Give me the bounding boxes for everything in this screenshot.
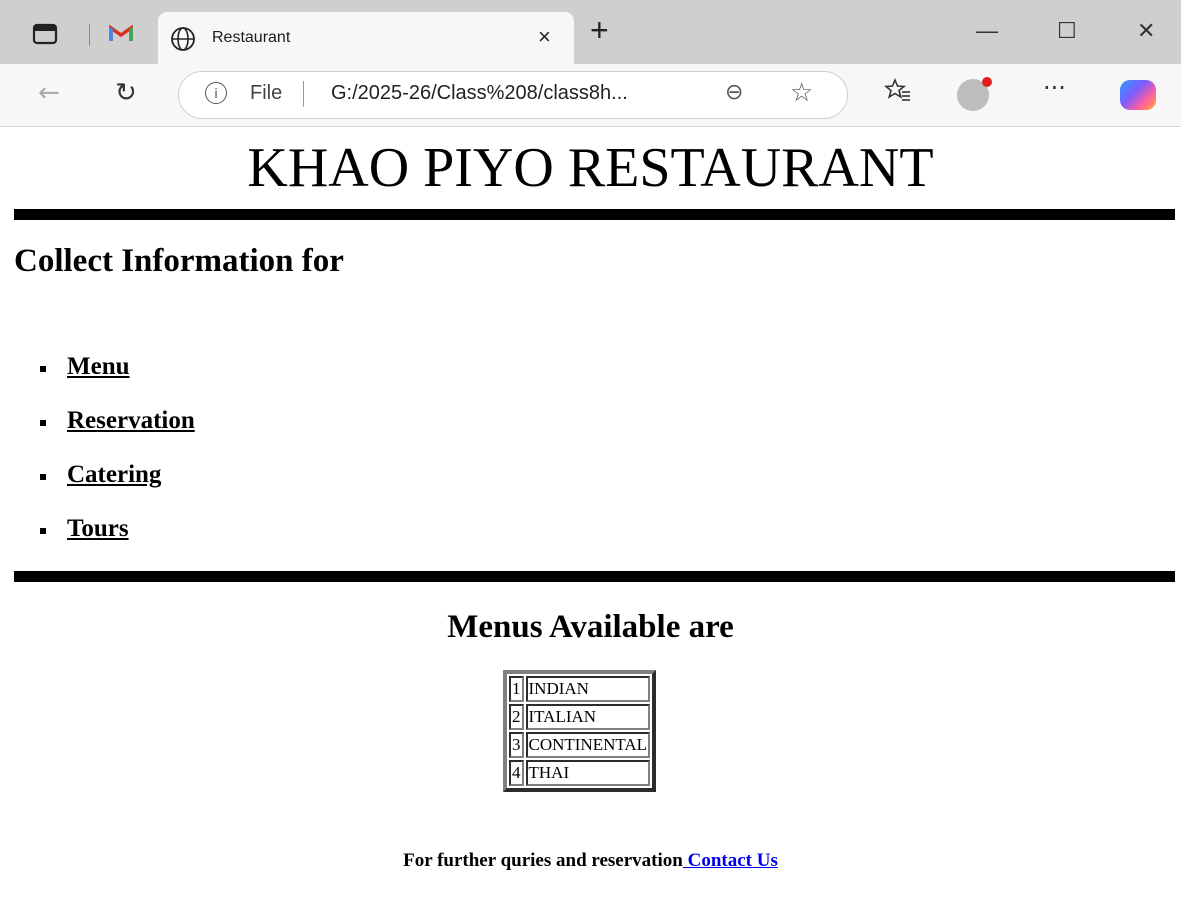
favorite-star-icon[interactable]: ☆ [790,78,813,108]
menu-name: ITALIAN [525,704,651,730]
menu-number: 3 [509,732,524,758]
menu-name: INDIAN [525,676,651,702]
link-catering[interactable]: Catering [67,461,161,489]
close-window-button[interactable]: ✕ [1137,18,1155,44]
menu-table: 1 INDIAN 2 ITALIAN 3 CONTINENTAL 4 THAI [503,670,657,792]
bullet [40,366,46,372]
refresh-icon[interactable]: ↻ [115,78,137,108]
minimize-button[interactable]: — [976,18,998,44]
back-icon[interactable]: ← [38,78,60,108]
link-reservation[interactable]: Reservation [67,407,195,435]
bullet [40,528,46,534]
menu-name: CONTINENTAL [525,732,651,758]
page-title: KHAO PIYO RESTAURANT [247,137,934,199]
notification-dot [982,77,992,87]
address-scheme-label: File [250,82,283,104]
copilot-icon[interactable] [1120,80,1156,110]
footer-text-block: For further quries and reservation Conta… [0,850,1181,872]
bullet [40,420,46,426]
page-content: KHAO PIYO RESTAURANT Collect Information… [0,127,1181,900]
table-row: 3 CONTINENTAL [509,732,651,758]
horizontal-rule-top [14,209,1175,220]
menu-number: 1 [509,676,524,702]
globe-icon [170,26,196,57]
tab-restaurant[interactable]: Restaurant × [158,12,574,64]
gmail-icon[interactable] [108,23,134,45]
address-bar[interactable]: i File G:/2025-26/Class%208/class8h... ⊖… [178,71,848,119]
more-options-icon[interactable]: ··· [1043,74,1066,102]
zoom-out-icon[interactable]: ⊖ [725,80,743,105]
sidebar-icon[interactable] [32,23,58,45]
tab-close-button[interactable]: × [538,24,551,50]
contact-us-link[interactable]: Contact Us [683,850,778,871]
menu-number: 2 [509,704,524,730]
favorites-list-icon[interactable] [883,77,912,109]
new-tab-button[interactable]: + [590,14,609,46]
browser-tab-bar: Restaurant × + — ☐ ✕ [0,0,1181,64]
table-row: 2 ITALIAN [509,704,651,730]
browser-toolbar: ← ↻ i File G:/2025-26/Class%208/class8h.… [0,64,1181,127]
footer-text: For further quries and reservation [403,850,683,871]
profile-avatar-icon[interactable] [957,77,992,111]
maximize-button[interactable]: ☐ [1057,18,1077,44]
tab-separator [89,24,90,46]
table-row: 1 INDIAN [509,676,651,702]
link-tours[interactable]: Tours [67,515,129,543]
menu-name: THAI [525,760,651,786]
menu-number: 4 [509,760,524,786]
address-divider [303,81,304,107]
site-info-icon[interactable]: i [205,82,227,104]
section-heading: Collect Information for [14,243,344,279]
tab-title: Restaurant [212,29,291,46]
link-menu[interactable]: Menu [67,353,130,381]
menus-heading: Menus Available are [447,609,734,645]
horizontal-rule-bottom [14,571,1175,582]
address-url[interactable]: G:/2025-26/Class%208/class8h... [331,82,628,105]
table-row: 4 THAI [509,760,651,786]
bullet [40,474,46,480]
